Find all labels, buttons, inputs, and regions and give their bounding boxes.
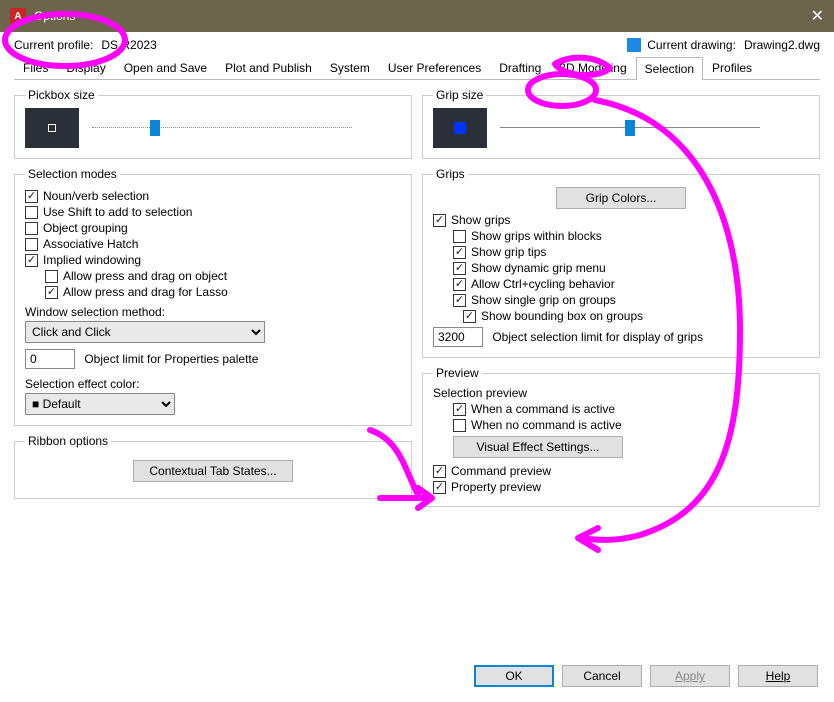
chk-assoc-hatch[interactable] bbox=[25, 238, 38, 251]
chk-press-drag-obj[interactable] bbox=[45, 270, 58, 283]
tab-open-save[interactable]: Open and Save bbox=[115, 56, 216, 79]
ok-button[interactable]: OK bbox=[474, 665, 554, 687]
effect-color-select[interactable]: ■ Default bbox=[25, 393, 175, 415]
chk-ctrl-cycle[interactable] bbox=[453, 278, 466, 291]
cancel-button[interactable]: Cancel bbox=[562, 665, 642, 687]
preview-legend: Preview bbox=[433, 366, 482, 380]
drawing-value: Drawing2.dwg bbox=[744, 38, 820, 52]
chk-prop-preview[interactable] bbox=[433, 481, 446, 494]
visual-effect-settings-button[interactable]: Visual Effect Settings... bbox=[453, 436, 623, 458]
grip-limit-input[interactable] bbox=[433, 327, 483, 347]
chk-show-grips[interactable] bbox=[433, 214, 446, 227]
selprev-label: Selection preview bbox=[433, 386, 809, 400]
tab-profiles[interactable]: Profiles bbox=[703, 56, 761, 79]
grips-group: Grips Grip Colors... Show grips Show gri… bbox=[422, 167, 820, 358]
chk-implied-win[interactable] bbox=[25, 254, 38, 267]
chk-dyn-menu[interactable] bbox=[453, 262, 466, 275]
obj-limit-input[interactable] bbox=[25, 349, 75, 369]
tab-drafting[interactable]: Drafting bbox=[490, 56, 550, 79]
chk-noun-verb[interactable] bbox=[25, 190, 38, 203]
lbl-grip-tips: Show grip tips bbox=[471, 245, 546, 259]
footer-buttons: OK Cancel Apply Help bbox=[474, 665, 818, 687]
lbl-cmd-active: When a command is active bbox=[471, 402, 615, 416]
chk-cmd-active[interactable] bbox=[453, 403, 466, 416]
title-bar: A Options ✕ bbox=[0, 0, 834, 32]
pickbox-slider[interactable] bbox=[92, 118, 352, 138]
lbl-single-grip: Show single grip on groups bbox=[471, 293, 616, 307]
help-button[interactable]: Help bbox=[738, 665, 818, 687]
grip-limit-label: Object selection limit for display of gr… bbox=[492, 330, 703, 344]
chk-single-grip[interactable] bbox=[453, 294, 466, 307]
lbl-shift-add: Use Shift to add to selection bbox=[43, 205, 192, 219]
left-column: Pickbox size Selection modes Noun/verb s… bbox=[14, 88, 412, 515]
tab-user-prefs[interactable]: User Preferences bbox=[379, 56, 490, 79]
selection-modes-legend: Selection modes bbox=[25, 167, 120, 181]
pickbox-preview bbox=[25, 108, 79, 148]
lbl-cmd-preview: Command preview bbox=[451, 464, 551, 478]
lbl-bbox-groups: Show bounding box on groups bbox=[481, 309, 643, 323]
profile-value: DS R2023 bbox=[101, 38, 156, 52]
pickbox-group: Pickbox size bbox=[14, 88, 412, 159]
ribbon-legend: Ribbon options bbox=[25, 434, 111, 448]
drawing-label: Current drawing: bbox=[647, 38, 736, 52]
chk-cmd-preview[interactable] bbox=[433, 465, 446, 478]
lbl-press-drag-lasso: Allow press and drag for Lasso bbox=[63, 285, 228, 299]
pickbox-legend: Pickbox size bbox=[25, 88, 98, 102]
tab-display[interactable]: Display bbox=[57, 56, 114, 79]
lbl-grips-blocks: Show grips within blocks bbox=[471, 229, 602, 243]
app-icon: A bbox=[10, 8, 26, 24]
contextual-tab-states-button[interactable]: Contextual Tab States... bbox=[133, 460, 293, 482]
lbl-dyn-menu: Show dynamic grip menu bbox=[471, 261, 606, 275]
lbl-cmd-inactive: When no command is active bbox=[471, 418, 622, 432]
chk-grips-blocks[interactable] bbox=[453, 230, 466, 243]
lbl-noun-verb: Noun/verb selection bbox=[43, 189, 149, 203]
gripsize-slider[interactable] bbox=[500, 118, 760, 138]
lbl-show-grips: Show grips bbox=[451, 213, 510, 227]
header-row: Current profile: DS R2023 Current drawin… bbox=[0, 32, 834, 56]
chk-shift-add[interactable] bbox=[25, 206, 38, 219]
lbl-obj-group: Object grouping bbox=[43, 221, 128, 235]
window-title: Options bbox=[34, 9, 75, 23]
lbl-prop-preview: Property preview bbox=[451, 480, 541, 494]
tab-files[interactable]: Files bbox=[14, 56, 57, 79]
drawing-icon bbox=[627, 38, 641, 52]
lbl-implied-win: Implied windowing bbox=[43, 253, 141, 267]
tab-system[interactable]: System bbox=[321, 56, 379, 79]
gripsize-group: Grip size bbox=[422, 88, 820, 159]
tab-3d-modeling[interactable]: 3D Modeling bbox=[550, 56, 635, 79]
apply-button[interactable]: Apply bbox=[650, 665, 730, 687]
close-icon[interactable]: ✕ bbox=[811, 6, 824, 26]
chk-cmd-inactive[interactable] bbox=[453, 419, 466, 432]
lbl-assoc-hatch: Associative Hatch bbox=[43, 237, 138, 251]
content-area: Pickbox size Selection modes Noun/verb s… bbox=[0, 80, 834, 523]
lbl-ctrl-cycle: Allow Ctrl+cycling behavior bbox=[471, 277, 615, 291]
ribbon-group: Ribbon options Contextual Tab States... bbox=[14, 434, 412, 499]
chk-obj-group[interactable] bbox=[25, 222, 38, 235]
obj-limit-label: Object limit for Properties palette bbox=[84, 352, 258, 366]
tab-plot-publish[interactable]: Plot and Publish bbox=[216, 56, 321, 79]
preview-group: Preview Selection preview When a command… bbox=[422, 366, 820, 507]
tab-selection[interactable]: Selection bbox=[636, 57, 703, 80]
effect-color-label: Selection effect color: bbox=[25, 377, 401, 391]
gripsize-legend: Grip size bbox=[433, 88, 486, 102]
right-column: Grip size Grips Grip Colors... Show grip… bbox=[422, 88, 820, 515]
profile-label: Current profile: bbox=[14, 38, 93, 52]
grip-colors-button[interactable]: Grip Colors... bbox=[556, 187, 686, 209]
chk-bbox-groups[interactable] bbox=[463, 310, 476, 323]
lbl-press-drag-obj: Allow press and drag on object bbox=[63, 269, 227, 283]
chk-press-drag-lasso[interactable] bbox=[45, 286, 58, 299]
grips-legend: Grips bbox=[433, 167, 468, 181]
selection-modes-group: Selection modes Noun/verb selection Use … bbox=[14, 167, 412, 426]
win-sel-label: Window selection method: bbox=[25, 305, 401, 319]
gripsize-preview bbox=[433, 108, 487, 148]
chk-grip-tips[interactable] bbox=[453, 246, 466, 259]
tab-strip: Files Display Open and Save Plot and Pub… bbox=[14, 56, 820, 80]
win-sel-method[interactable]: Click and Click bbox=[25, 321, 265, 343]
